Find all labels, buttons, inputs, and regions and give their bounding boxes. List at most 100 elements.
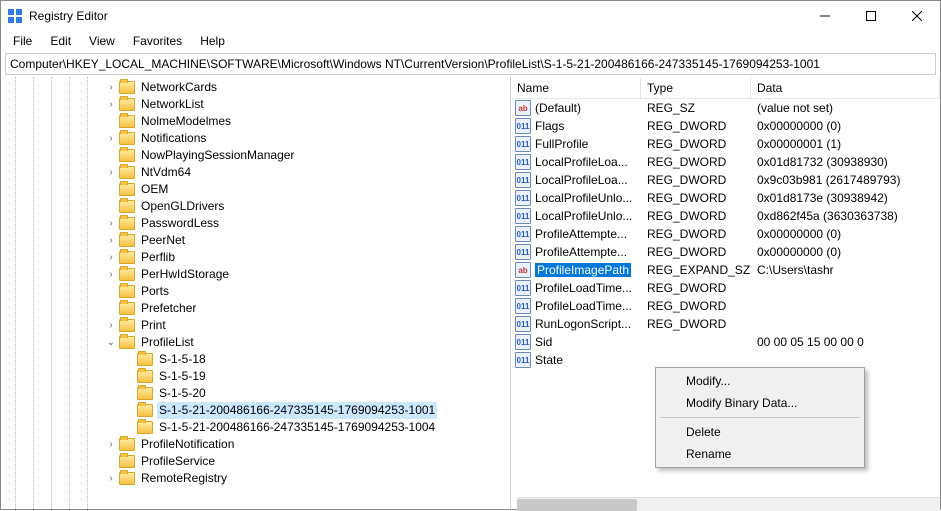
value-row[interactable]: ab(Default)REG_SZ(value not set) (511, 99, 940, 117)
tree-item[interactable]: ›Ports (3, 283, 510, 300)
value-type: REG_SZ (641, 101, 751, 115)
value-type: REG_DWORD (641, 209, 751, 223)
tree-item-label: Ports (139, 283, 171, 300)
tree-item[interactable]: ›S-1-5-20 (3, 385, 510, 402)
horizontal-scrollbar[interactable] (517, 497, 940, 511)
tree-item[interactable]: ›RemoteRegistry (3, 470, 510, 487)
tree-item[interactable]: ›PeerNet (3, 232, 510, 249)
binary-value-icon: 011 (515, 208, 531, 224)
tree-item[interactable]: ›NetworkCards (3, 79, 510, 96)
chevron-right-icon[interactable]: › (105, 133, 117, 145)
tree-item-label: NetworkList (139, 96, 206, 113)
value-name: LocalProfileUnlo... (535, 191, 632, 205)
binary-value-icon: 011 (515, 244, 531, 260)
value-row[interactable]: 011ProfileAttempte...REG_DWORD0x00000000… (511, 225, 940, 243)
tree-item-label: Prefetcher (139, 300, 198, 317)
value-row[interactable]: abProfileImagePathREG_EXPAND_SZC:\Users\… (511, 261, 940, 279)
tree-item[interactable]: ›Prefetcher (3, 300, 510, 317)
menu-favorites[interactable]: Favorites (125, 32, 190, 50)
tree-item[interactable]: ›PasswordLess (3, 215, 510, 232)
value-type: REG_DWORD (641, 191, 751, 205)
value-row[interactable]: 011FlagsREG_DWORD0x00000000 (0) (511, 117, 940, 135)
chevron-right-icon[interactable]: › (105, 167, 117, 179)
value-data: 0xd862f45a (3630363738) (751, 209, 940, 223)
value-row[interactable]: 011Sid00 00 05 15 00 00 0 (511, 333, 940, 351)
tree-item[interactable]: ›S-1-5-18 (3, 351, 510, 368)
col-header-type[interactable]: Type (641, 77, 751, 98)
chevron-right-icon[interactable]: › (105, 218, 117, 230)
value-name: ProfileLoadTime... (535, 299, 632, 313)
folder-icon (137, 370, 153, 383)
value-row[interactable]: 011LocalProfileLoa...REG_DWORD0x01d81732… (511, 153, 940, 171)
value-row[interactable]: 011LocalProfileUnlo...REG_DWORD0x01d8173… (511, 189, 940, 207)
chevron-down-icon[interactable]: ⌄ (105, 337, 117, 349)
chevron-right-icon[interactable]: › (105, 235, 117, 247)
tree-item[interactable]: ›NowPlayingSessionManager (3, 147, 510, 164)
binary-value-icon: 011 (515, 172, 531, 188)
folder-icon (119, 183, 135, 196)
col-header-data[interactable]: Data (751, 77, 940, 98)
chevron-right-icon[interactable]: › (105, 99, 117, 111)
folder-icon (119, 472, 135, 485)
tree-item[interactable]: ›Perflib (3, 249, 510, 266)
folder-icon (119, 251, 135, 264)
value-type: REG_DWORD (641, 227, 751, 241)
value-data: (value not set) (751, 101, 940, 115)
tree-item-label: S-1-5-20 (157, 385, 208, 402)
chevron-right-icon[interactable]: › (105, 82, 117, 94)
value-row[interactable]: 011ProfileLoadTime...REG_DWORD (511, 297, 940, 315)
menu-view[interactable]: View (81, 32, 123, 50)
binary-value-icon: 011 (515, 352, 531, 368)
tree-pane[interactable]: ›NetworkCards›NetworkList›NolmeModelmes›… (1, 77, 511, 511)
tree-item-label: S-1-5-21-200486166-247335145-1769094253-… (157, 419, 437, 436)
value-data: 0x00000000 (0) (751, 245, 940, 259)
value-row[interactable]: 011ProfileLoadTime...REG_DWORD (511, 279, 940, 297)
tree-item[interactable]: ›S-1-5-21-200486166-247335145-1769094253… (3, 402, 510, 419)
ctx-modify[interactable]: Modify... (658, 370, 862, 392)
tree-item-label: ProfileNotification (139, 436, 236, 453)
tree-item-label: S-1-5-18 (157, 351, 208, 368)
ctx-delete[interactable]: Delete (658, 421, 862, 443)
value-row[interactable]: 011RunLogonScript...REG_DWORD (511, 315, 940, 333)
ctx-rename[interactable]: Rename (658, 443, 862, 465)
value-type: REG_EXPAND_SZ (641, 263, 751, 277)
maximize-button[interactable] (848, 1, 894, 31)
chevron-right-icon[interactable]: › (105, 269, 117, 281)
tree-item[interactable]: › NetworkList (3, 96, 510, 113)
tree-item[interactable]: › ProfileNotification (3, 436, 510, 453)
ctx-modify-binary[interactable]: Modify Binary Data... (658, 392, 862, 414)
tree-item[interactable]: ›OpenGLDrivers (3, 198, 510, 215)
tree-item[interactable]: ›NtVdm64 (3, 164, 510, 181)
tree-item[interactable]: ›OEM (3, 181, 510, 198)
chevron-right-icon[interactable]: › (105, 473, 117, 485)
chevron-right-icon[interactable]: › (105, 439, 117, 451)
close-button[interactable] (894, 1, 940, 31)
chevron-right-icon[interactable]: › (105, 320, 117, 332)
tree-item-label: OpenGLDrivers (139, 198, 226, 215)
scrollbar-thumb[interactable] (517, 499, 637, 511)
value-row[interactable]: 011FullProfileREG_DWORD0x00000001 (1) (511, 135, 940, 153)
folder-icon (119, 217, 135, 230)
values-pane[interactable]: Name Type Data ab(Default)REG_SZ(value n… (511, 77, 940, 511)
tree-item[interactable]: ›S-1-5-21-200486166-247335145-1769094253… (3, 419, 510, 436)
menu-edit[interactable]: Edit (42, 32, 79, 50)
window-title: Registry Editor (29, 9, 802, 23)
value-row[interactable]: 011ProfileAttempte...REG_DWORD0x00000000… (511, 243, 940, 261)
menu-help[interactable]: Help (192, 32, 233, 50)
tree-item[interactable]: ›Print (3, 317, 510, 334)
tree-item[interactable]: ›NolmeModelmes (3, 113, 510, 130)
col-header-name[interactable]: Name (511, 77, 641, 98)
value-name: FullProfile (535, 137, 588, 151)
tree-item[interactable]: ›S-1-5-19 (3, 368, 510, 385)
tree-item[interactable]: ›Notifications (3, 130, 510, 147)
value-row[interactable]: 011LocalProfileLoa...REG_DWORD0x9c03b981… (511, 171, 940, 189)
address-bar[interactable]: Computer\HKEY_LOCAL_MACHINE\SOFTWARE\Mic… (5, 53, 936, 75)
value-row[interactable]: 011LocalProfileUnlo...REG_DWORD0xd862f45… (511, 207, 940, 225)
minimize-button[interactable] (802, 1, 848, 31)
tree-item[interactable]: ›PerHwIdStorage (3, 266, 510, 283)
menu-file[interactable]: File (5, 32, 40, 50)
tree-item[interactable]: ›ProfileService (3, 453, 510, 470)
folder-icon (119, 438, 135, 451)
chevron-right-icon[interactable]: › (105, 252, 117, 264)
tree-item[interactable]: ⌄ProfileList (3, 334, 510, 351)
